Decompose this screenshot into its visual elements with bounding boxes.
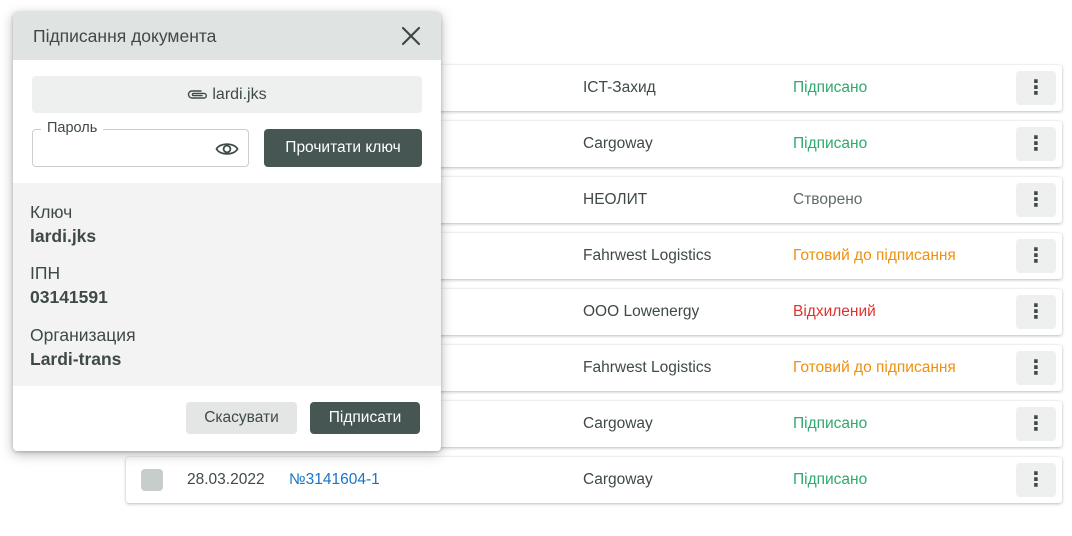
status-cell: Підписано — [793, 135, 868, 152]
file-chip: lardi.jks — [32, 76, 422, 113]
eye-icon[interactable] — [215, 139, 239, 159]
status-cell: Підписано — [793, 471, 868, 488]
status-cell: Створено — [793, 191, 863, 208]
row-menu-button[interactable]: ⋮ — [1016, 127, 1056, 161]
close-icon[interactable] — [399, 24, 423, 48]
status-cell: Відхилений — [793, 303, 876, 320]
key-value: lardi.jks — [30, 226, 97, 246]
row-menu-button[interactable]: ⋮ — [1016, 463, 1056, 497]
row-menu-button[interactable]: ⋮ — [1016, 71, 1056, 105]
organization-value: Lardi-trans — [30, 349, 122, 369]
row-menu-button[interactable]: ⋮ — [1016, 295, 1056, 329]
password-label: Пароль — [41, 120, 104, 136]
table-row[interactable]: 28.03.2022 №3141604-1 Cargoway Підписано… — [126, 457, 1062, 503]
sign-button[interactable]: Підписати — [310, 402, 420, 434]
company-cell: Cargoway — [583, 471, 653, 488]
company-cell: ICT-Захид — [583, 79, 656, 96]
document-number-link[interactable]: №3141604-1 — [289, 471, 380, 489]
date-cell: 28.03.2022 — [187, 471, 265, 488]
sign-document-dialog: Підписання документа lardi.jks Пароль Пр… — [13, 12, 441, 451]
row-menu-button[interactable]: ⋮ — [1016, 351, 1056, 385]
row-menu-button[interactable]: ⋮ — [1016, 183, 1056, 217]
organization-label: Организация — [30, 325, 136, 345]
row-menu-button[interactable]: ⋮ — [1016, 239, 1056, 273]
dialog-title: Підписання документа — [33, 26, 217, 46]
password-input[interactable] — [43, 138, 203, 158]
company-cell: Fahrwest Logistics — [583, 359, 712, 376]
file-name: lardi.jks — [212, 85, 267, 103]
status-cell: Підписано — [793, 415, 868, 432]
dialog-header: Підписання документа — [13, 12, 441, 60]
status-cell: Підписано — [793, 79, 868, 96]
password-field[interactable]: Пароль — [32, 120, 249, 167]
company-cell: Fahrwest Logistics — [583, 247, 712, 264]
row-menu-button[interactable]: ⋮ — [1016, 407, 1056, 441]
row-checkbox[interactable] — [141, 469, 163, 491]
status-cell: Готовий до підписання — [793, 359, 956, 376]
status-cell: Готовий до підписання — [793, 247, 956, 264]
cancel-button[interactable]: Скасувати — [186, 402, 297, 434]
read-key-button[interactable]: Прочитати ключ — [264, 129, 422, 167]
ipn-label: ІПН — [30, 263, 61, 283]
key-label: Ключ — [30, 202, 73, 222]
key-info-panel: Ключ lardi.jks ІПН 03141591 Организация … — [13, 183, 441, 386]
company-cell: Cargoway — [583, 135, 653, 152]
company-cell: Cargoway — [583, 415, 653, 432]
company-cell: ООО Lowenergy — [583, 303, 700, 320]
company-cell: НЕОЛИТ — [583, 191, 648, 208]
ipn-value: 03141591 — [30, 287, 108, 307]
paperclip-icon — [188, 89, 208, 99]
